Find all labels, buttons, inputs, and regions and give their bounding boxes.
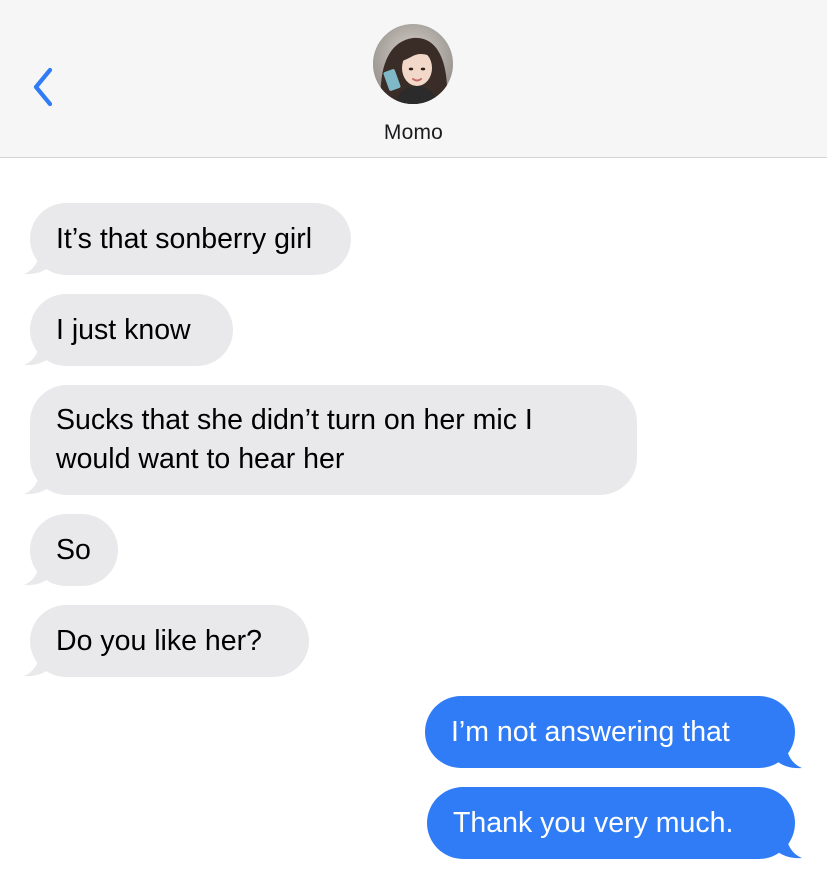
message-bubble-incoming[interactable]: Sucks that she didn’t turn on her mic I …	[30, 385, 637, 495]
conversation-screen: Momo It’s that sonberry girl I just know…	[0, 0, 827, 891]
chevron-left-icon	[33, 67, 53, 107]
message-bubble-incoming[interactable]: It’s that sonberry girl	[30, 203, 351, 275]
message-bubble-outgoing[interactable]: I’m not answering that	[425, 696, 795, 768]
contact-name[interactable]: Momo	[0, 121, 827, 145]
message-bubble-incoming[interactable]: Do you like her?	[30, 605, 309, 677]
conversation-header: Momo	[0, 0, 827, 158]
message-bubble-incoming[interactable]: So	[30, 514, 118, 586]
message-bubble-incoming[interactable]: I just know	[30, 294, 233, 366]
contact-avatar[interactable]	[373, 24, 453, 104]
avatar-image	[373, 24, 453, 104]
message-bubble-outgoing[interactable]: Thank you very much.	[427, 787, 795, 859]
back-button[interactable]	[22, 58, 72, 118]
